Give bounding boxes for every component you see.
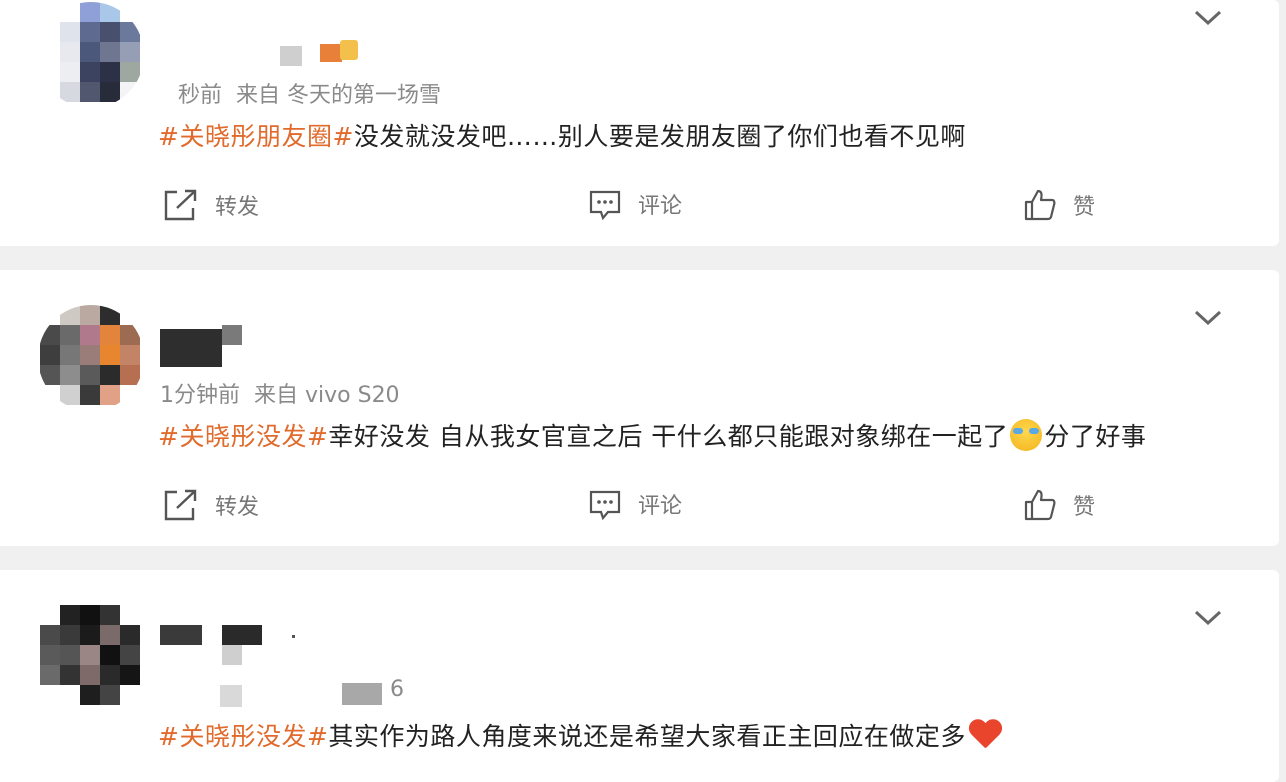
- post-time: 秒前: [178, 83, 223, 108]
- post-card: 秒前 来自 冬天的第一场雪 #关晓彤朋友圈#没发就没发吧……别人要是发朋友圈了你们…: [0, 0, 1279, 246]
- comment-button[interactable]: 评论: [588, 488, 682, 520]
- post-content: 没发就没发吧……别人要是发朋友圈了你们也看不见啊: [353, 122, 966, 151]
- avatar[interactable]: [38, 2, 144, 108]
- post-content: 幸好没发 自从我女官宣之后 干什么都只能跟对象绑在一起了: [328, 422, 1009, 451]
- like-button[interactable]: 赞: [1023, 188, 1095, 222]
- avatar[interactable]: [38, 605, 144, 711]
- topic-link[interactable]: #关晓彤没发#: [158, 422, 328, 451]
- post-card: 6 #关晓彤没发#其实作为路人角度来说还是希望大家看正主回应在做定多: [0, 570, 1279, 782]
- post-card: 1分钟前 来自 vivo S20 #关晓彤没发#幸好没发 自从我女官宣之后 干什么…: [0, 270, 1279, 546]
- post-content-tail: 分了好事: [1044, 422, 1147, 451]
- like-label: 赞: [1073, 495, 1096, 520]
- post-text: #关晓彤没发#幸好没发 自从我女官宣之后 干什么都只能跟对象绑在一起了 分了好事: [158, 417, 1146, 453]
- like-button[interactable]: 赞: [1023, 488, 1095, 522]
- topic-link[interactable]: #关晓彤朋友圈#: [158, 122, 354, 151]
- post-meta: 秒前 来自 冬天的第一场雪: [178, 77, 455, 109]
- heart-emoji-icon: [968, 720, 1002, 750]
- post-menu-button[interactable]: [1193, 608, 1223, 628]
- avatar[interactable]: [38, 305, 144, 411]
- post-menu-button[interactable]: [1193, 8, 1223, 28]
- topic-link[interactable]: #关晓彤没发#: [158, 722, 328, 751]
- action-bar: 转发 评论 赞: [0, 188, 1279, 228]
- post-source: 来自 vivo S20: [254, 383, 400, 408]
- post-time: 1分钟前: [160, 383, 240, 408]
- comment-button[interactable]: 评论: [588, 188, 682, 220]
- post-content: 其实作为路人角度来说还是希望大家看正主回应在做定多: [328, 722, 966, 751]
- post-meta: 1分钟前 来自 vivo S20: [160, 377, 414, 409]
- post-menu-button[interactable]: [1193, 308, 1223, 328]
- thumbs-up-icon: [1024, 189, 1056, 221]
- meta-redacted: [220, 685, 242, 707]
- chevron-down-icon: [1194, 310, 1222, 326]
- like-label: 赞: [1073, 195, 1096, 220]
- repost-label: 转发: [215, 495, 260, 520]
- repost-label: 转发: [215, 195, 260, 220]
- post-text: #关晓彤没发#其实作为路人角度来说还是希望大家看正主回应在做定多: [158, 717, 1002, 753]
- comment-icon: [589, 490, 621, 520]
- crying-laughing-emoji-icon: [1010, 419, 1043, 451]
- action-bar: 转发 评论 赞: [0, 488, 1279, 528]
- chevron-down-icon: [1194, 10, 1222, 26]
- repost-button[interactable]: 转发: [163, 488, 259, 522]
- meta-redacted: [342, 683, 382, 705]
- comment-icon: [589, 190, 621, 220]
- comment-label: 评论: [638, 494, 683, 519]
- repost-button[interactable]: 转发: [163, 188, 259, 222]
- post-text: #关晓彤朋友圈#没发就没发吧……别人要是发朋友圈了你们也看不见啊: [158, 117, 966, 153]
- post-source: 来自 冬天的第一场雪: [236, 83, 442, 108]
- comment-label: 评论: [638, 194, 683, 219]
- repost-icon: [164, 489, 197, 521]
- meta-partial-text: 6: [390, 677, 404, 702]
- thumbs-up-icon: [1024, 489, 1056, 521]
- repost-icon: [164, 189, 197, 221]
- chevron-down-icon: [1194, 610, 1222, 626]
